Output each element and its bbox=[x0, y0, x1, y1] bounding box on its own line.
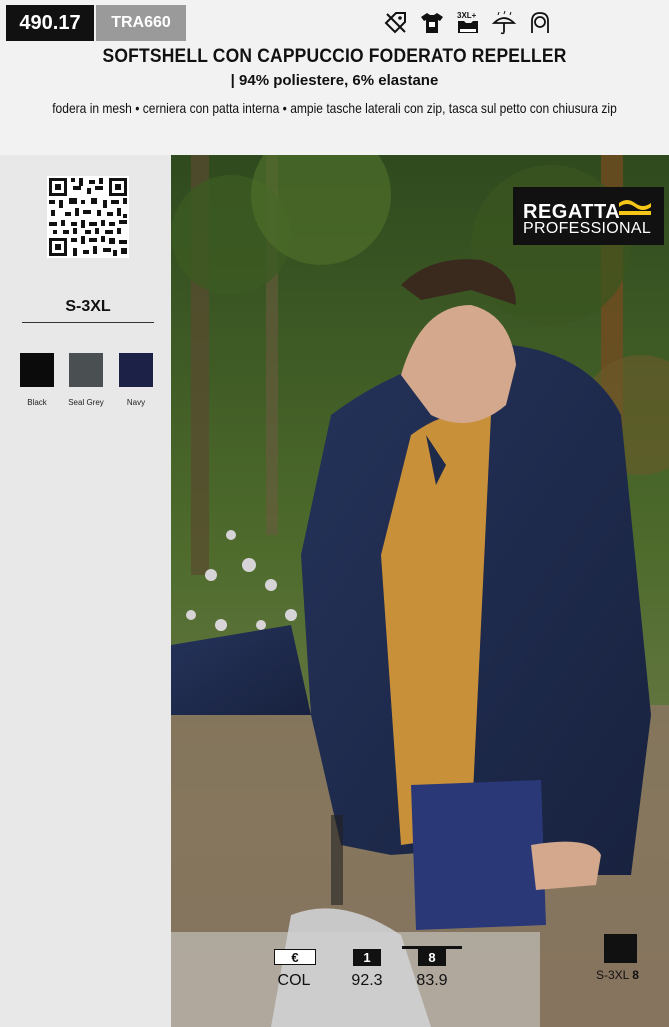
color-swatch-seal-grey bbox=[69, 353, 103, 387]
feature-list: fodera in mesh • cerniera con patta inte… bbox=[52, 100, 617, 116]
color-swatch-navy bbox=[119, 353, 153, 387]
col-label: COL bbox=[277, 972, 311, 989]
brand-wave-icon bbox=[619, 200, 651, 215]
qr-code bbox=[47, 176, 129, 258]
waterproof-umbrella-icon bbox=[491, 10, 517, 36]
product-photo bbox=[171, 155, 669, 1027]
tier-price-8: 83.9 bbox=[416, 972, 448, 989]
no-discount-icon bbox=[383, 10, 409, 36]
carton-size: S-3XL bbox=[596, 968, 629, 982]
size-divider bbox=[22, 322, 154, 323]
feature-icons: 3XL+ bbox=[383, 8, 553, 38]
tier-qty-1: 1 bbox=[353, 949, 381, 966]
material-composition: | 94% poliestere, 6% elastane bbox=[230, 72, 439, 89]
size-3xl-plus-icon: 3XL+ bbox=[455, 10, 481, 36]
sku-badge: TRA660 bbox=[96, 5, 186, 41]
carton-info: S-3XL 8 bbox=[596, 968, 639, 982]
product-title: SOFTSHELL CON CAPPUCCIO FODERATO REPELLE… bbox=[102, 46, 567, 67]
product-code-badge: 490.17 bbox=[6, 5, 94, 41]
color-label-navy: Navy bbox=[126, 398, 146, 407]
carton-icon bbox=[604, 934, 637, 963]
tier-price-1: 92.3 bbox=[351, 972, 383, 989]
size-icon-text: 3XL+ bbox=[457, 11, 477, 20]
hood-icon bbox=[527, 10, 553, 36]
color-swatch-black bbox=[20, 353, 54, 387]
carton-qty: 8 bbox=[632, 968, 639, 982]
sidebar bbox=[0, 155, 171, 1027]
tier-qty-8: 8 bbox=[418, 949, 446, 966]
size-range: S-3XL bbox=[65, 298, 111, 315]
regatta-professional-logo: REGATTA PROFESSIONAL bbox=[513, 187, 664, 245]
tshirt-print-icon bbox=[419, 10, 445, 36]
currency-header: € bbox=[274, 949, 316, 965]
brand-line2: PROFESSIONAL bbox=[523, 220, 652, 237]
